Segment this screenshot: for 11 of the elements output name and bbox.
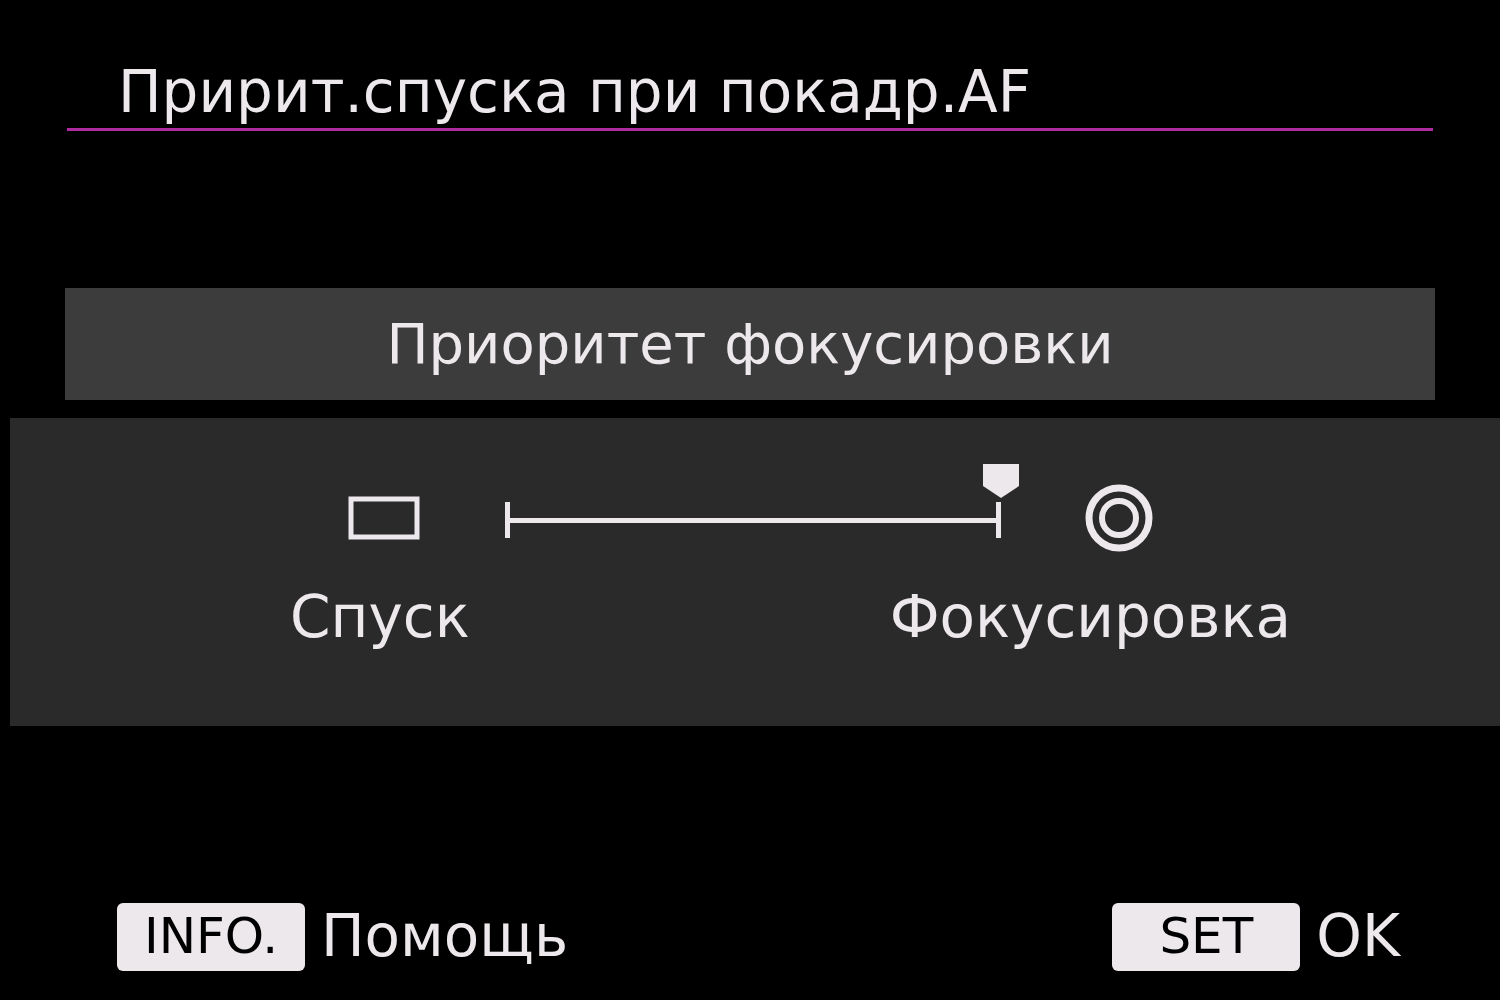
frame-icon — [348, 496, 420, 540]
menu-title: Пририт.спуска при покадр.AF — [118, 57, 1033, 128]
key-label: INFO. — [117, 902, 305, 971]
focus-icon — [1083, 482, 1155, 554]
key-action: OK — [1316, 901, 1400, 972]
release-label: Спуск — [290, 581, 470, 653]
selected-option[interactable]: Приоритет фокусировки — [65, 288, 1435, 400]
key-action: Помощь — [321, 901, 569, 972]
key-label: SET — [1112, 902, 1301, 971]
slider-marker[interactable] — [981, 462, 1021, 500]
focus-label: Фокусировка — [889, 581, 1292, 653]
